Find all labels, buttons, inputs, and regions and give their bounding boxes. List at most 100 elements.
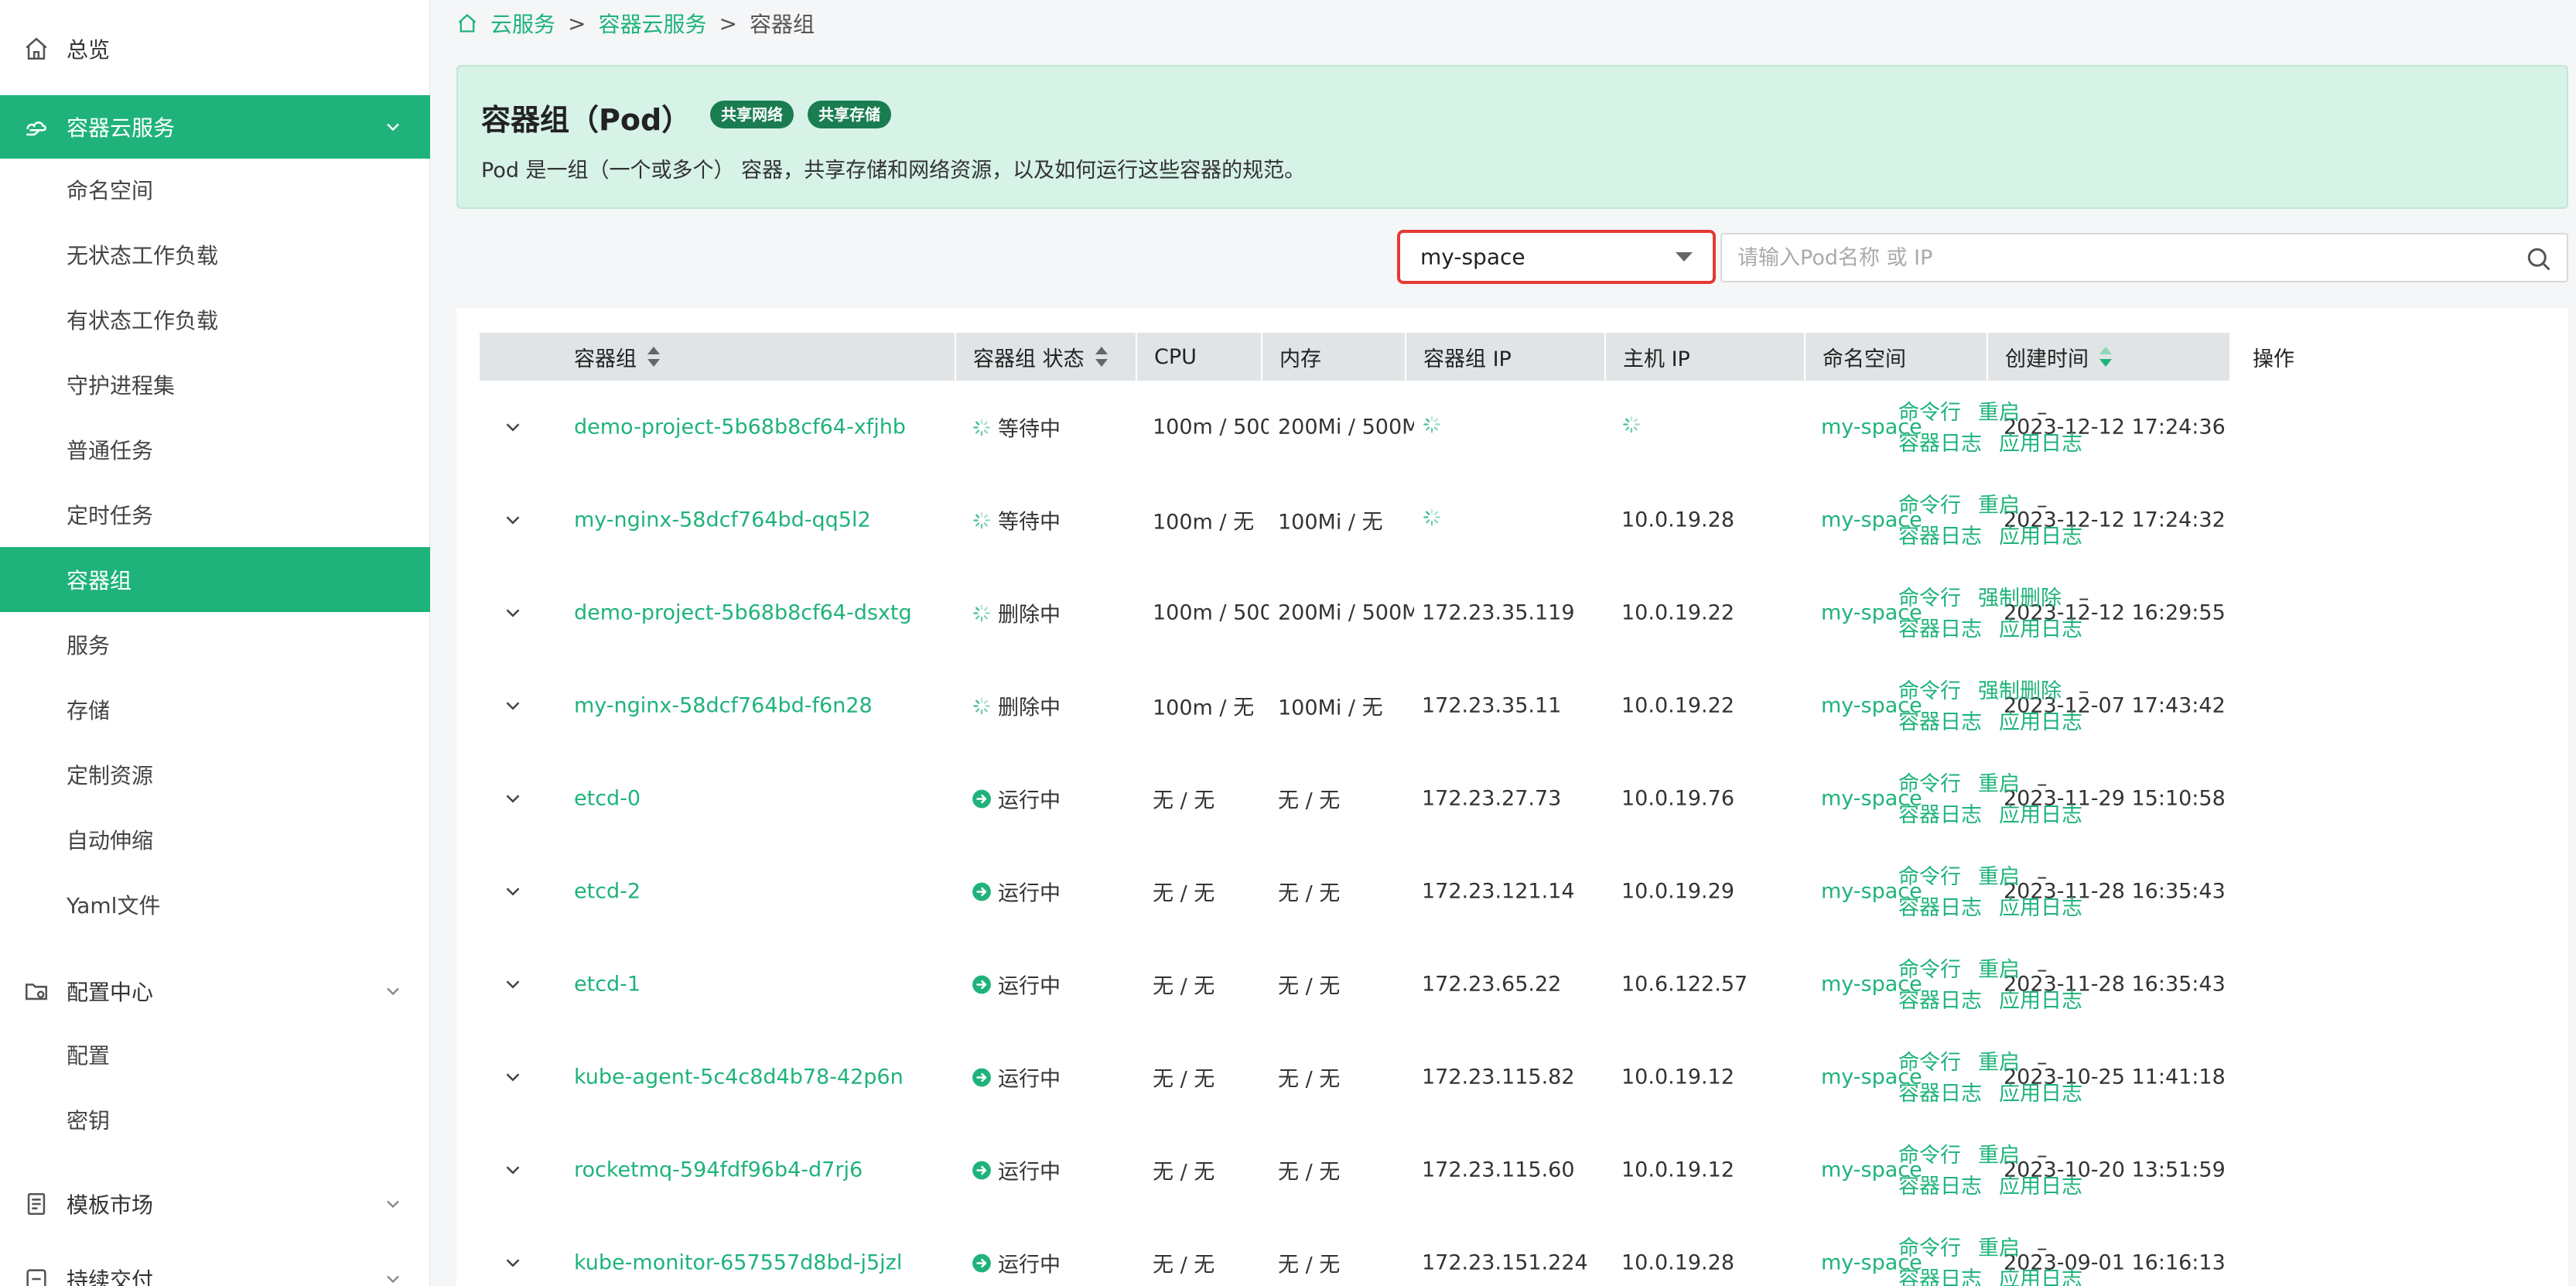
app-log-link[interactable]: 应用日志 [1999,803,2082,827]
container-log-link[interactable]: 容器日志 [1898,989,1982,1013]
terminal-link[interactable]: 命令行 [1898,587,1961,611]
chevron-down-icon[interactable] [501,880,524,903]
app-log-link[interactable]: 应用日志 [1999,525,2082,549]
more-dash[interactable]: – [2037,865,2048,889]
more-dash[interactable]: – [2037,958,2048,982]
pod-name-link[interactable]: demo-project-5b68b8cf64-dsxtg [574,601,912,625]
app-log-link[interactable]: 应用日志 [1999,896,2082,920]
pod-name-link[interactable]: kube-agent-5c4c8d4b78-42p6n [574,1065,904,1089]
terminal-link[interactable]: 命令行 [1898,401,1961,425]
pod-name-link[interactable]: my-nginx-58dcf764bd-qq5l2 [574,508,871,532]
breadcrumb-cloud-service[interactable]: 云服务 [490,8,555,39]
container-log-link[interactable]: 容器日志 [1898,710,1982,734]
container-log-link[interactable]: 容器日志 [1898,896,1982,920]
more-dash[interactable]: – [2037,1144,2048,1168]
chevron-down-icon[interactable] [501,694,524,717]
restart-link[interactable]: 重启 [1978,865,2020,889]
terminal-link[interactable]: 命令行 [1898,679,1961,703]
sidebar-item-yaml[interactable]: Yaml文件 [0,872,430,937]
more-dash[interactable]: – [2037,1236,2048,1260]
more-dash[interactable]: – [2037,401,2048,425]
sidebar-item-service[interactable]: 服务 [0,612,430,677]
app-log-link[interactable]: 应用日志 [1999,1267,2082,1286]
container-log-link[interactable]: 容器日志 [1898,617,1982,641]
container-log-link[interactable]: 容器日志 [1898,1082,1982,1106]
app-log-link[interactable]: 应用日志 [1999,432,2082,456]
terminal-link[interactable]: 命令行 [1898,1051,1961,1075]
app-log-link[interactable]: 应用日志 [1999,617,2082,641]
pod-name-link[interactable]: etcd-2 [574,880,641,904]
app-log-link[interactable]: 应用日志 [1999,710,2082,734]
chevron-down-icon[interactable] [501,601,524,624]
chevron-down-icon[interactable] [501,1065,524,1089]
sidebar-item-crd[interactable]: 定制资源 [0,742,430,807]
sidebar-item-pod[interactable]: 容器组 [0,547,430,612]
sidebar-item-cronjob[interactable]: 定时任务 [0,482,430,547]
restart-link[interactable]: 重启 [1978,958,2020,982]
more-dash[interactable]: – [2037,1051,2048,1075]
restart-link[interactable]: 重启 [1978,772,2020,796]
sidebar-item-config[interactable]: 配置 [0,1022,430,1087]
th-status[interactable]: 容器组 状态 [955,333,1136,381]
sidebar-item-secret[interactable]: 密钥 [0,1087,430,1152]
container-log-link[interactable]: 容器日志 [1898,1267,1982,1286]
terminal-link[interactable]: 命令行 [1898,1236,1961,1260]
terminal-link[interactable]: 命令行 [1898,958,1961,982]
pod-name-link[interactable]: rocketmq-594fdf96b4-d7rj6 [574,1158,863,1182]
app-log-link[interactable]: 应用日志 [1999,989,2082,1013]
more-dash[interactable]: – [2037,494,2048,518]
chevron-down-icon[interactable] [501,787,524,810]
terminal-link[interactable]: 命令行 [1898,772,1961,796]
nav-config-center[interactable]: 配置中心 [0,959,430,1023]
chevron-down-icon[interactable] [501,1158,524,1182]
sort-icon[interactable] [2099,347,2112,367]
sidebar-item-job[interactable]: 普通任务 [0,417,430,482]
pod-name-link[interactable]: etcd-0 [574,787,641,811]
sidebar-item-storage[interactable]: 存储 [0,677,430,742]
sort-icon[interactable] [1095,347,1108,367]
nav-container-service[interactable]: 容器云服务 [0,95,430,159]
more-dash[interactable]: – [2037,772,2048,796]
container-log-link[interactable]: 容器日志 [1898,1175,1982,1199]
terminal-link[interactable]: 命令行 [1898,865,1961,889]
th-pod-name[interactable]: 容器组 [557,333,955,381]
sidebar-item-statefulset[interactable]: 有状态工作负载 [0,287,430,352]
breadcrumb-container-service[interactable]: 容器云服务 [598,8,706,39]
namespace-select[interactable]: my-space [1397,230,1716,284]
nav-overview[interactable]: 总览 [0,17,430,80]
restart-link[interactable]: 重启 [1978,494,2020,518]
th-created[interactable]: 创建时间 [1987,333,2234,381]
restart-link[interactable]: 重启 [1978,1236,2020,1260]
sidebar-item-autoscaling[interactable]: 自动伸缩 [0,807,430,872]
restart-link[interactable]: 重启 [1978,1144,2020,1168]
restart-link[interactable]: 重启 [1978,401,2020,425]
restart-link[interactable]: 重启 [1978,1051,2020,1075]
container-log-link[interactable]: 容器日志 [1898,525,1982,549]
sort-icon[interactable] [647,347,660,367]
more-dash[interactable]: – [2079,587,2089,611]
terminal-link[interactable]: 命令行 [1898,494,1961,518]
chevron-down-icon[interactable] [501,1251,524,1274]
home-icon[interactable] [456,12,478,34]
app-log-link[interactable]: 应用日志 [1999,1082,2082,1106]
search-input[interactable] [1737,234,2496,281]
container-log-link[interactable]: 容器日志 [1898,803,1982,827]
sidebar-item-deployment[interactable]: 无状态工作负载 [0,222,430,287]
pod-name-link[interactable]: demo-project-5b68b8cf64-xfjhb [574,416,906,439]
app-log-link[interactable]: 应用日志 [1999,1175,2082,1199]
nav-continuous-delivery[interactable]: 持续交付 [0,1247,430,1286]
force-delete-link[interactable]: 强制删除 [1978,587,2062,611]
nav-template-market[interactable]: 模板市场 [0,1172,430,1236]
pod-name-link[interactable]: etcd-1 [574,973,641,997]
more-dash[interactable]: – [2079,679,2089,703]
pod-name-link[interactable]: my-nginx-58dcf764bd-f6n28 [574,694,873,718]
chevron-down-icon[interactable] [501,973,524,996]
search-icon[interactable] [2525,245,2553,273]
pod-name-link[interactable]: kube-monitor-657557d8bd-j5jzl [574,1251,902,1275]
force-delete-link[interactable]: 强制删除 [1978,679,2062,703]
terminal-link[interactable]: 命令行 [1898,1144,1961,1168]
sidebar-item-daemonset[interactable]: 守护进程集 [0,352,430,417]
container-log-link[interactable]: 容器日志 [1898,432,1982,456]
chevron-down-icon[interactable] [501,416,524,439]
sidebar-item-namespace[interactable]: 命名空间 [0,157,430,222]
